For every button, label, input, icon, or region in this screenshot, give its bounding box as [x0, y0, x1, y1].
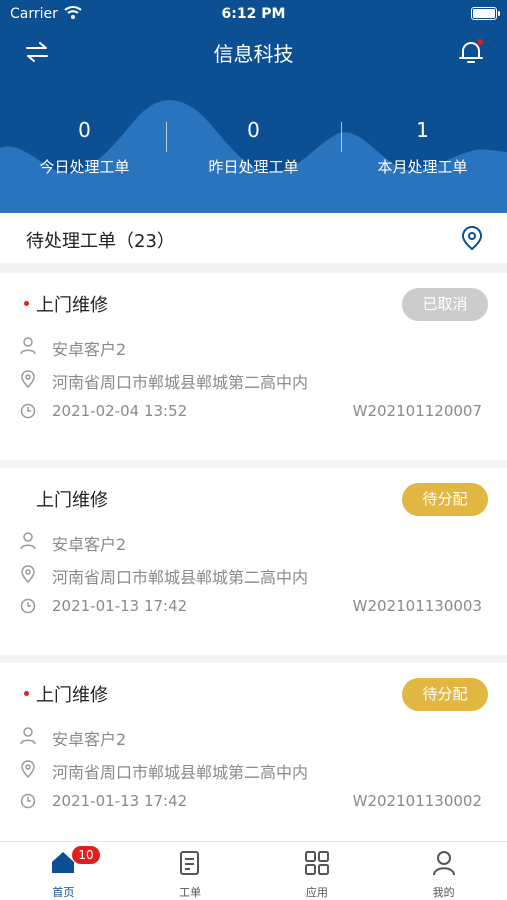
work-order-card[interactable]: 上门维修 待分配 安卓客户2 河南省周口市郸城县郸城第二高中内 2021-01-…	[0, 468, 507, 655]
work-order-card[interactable]: 上门维修 已取消 安卓客户2 河南省周口市郸城县郸城第二高中内 2021-02-…	[0, 273, 507, 460]
stat-value: 1	[416, 118, 429, 142]
person-icon	[20, 727, 36, 745]
clock-icon	[20, 598, 36, 614]
tab-label: 应用	[305, 886, 328, 899]
address: 河南省周口市郸城县郸城第二高中内	[52, 373, 309, 392]
stat-value: 0	[247, 118, 260, 142]
customer-name: 安卓客户2	[52, 340, 127, 359]
order-title: 上门维修	[36, 490, 108, 511]
stats-row: 0 今日处理工单 0 昨日处理工单 1 本月处理工单	[0, 118, 507, 182]
apps-grid-icon	[304, 851, 329, 875]
notification-bell-icon[interactable]	[457, 38, 485, 66]
tab-label: 首页	[52, 886, 75, 899]
stat-label: 昨日处理工单	[208, 158, 299, 176]
status-bar: Carrier 6:12 PM	[0, 4, 507, 26]
location-pin-icon[interactable]	[461, 225, 483, 251]
work-order-card[interactable]: 上门维修 待分配 安卓客户2 河南省周口市郸城县郸城第二高中内 2021-01-…	[0, 663, 507, 841]
header: Carrier 6:12 PM 信息科技 0 今日处理工单 0 昨日处理工单 1…	[0, 0, 507, 213]
created-time: 2021-01-13 17:42	[52, 597, 188, 615]
clock-icon	[20, 403, 36, 419]
location-icon	[21, 565, 35, 583]
stat-value: 0	[78, 118, 91, 142]
stat-divider	[341, 122, 342, 152]
work-order-icon	[180, 851, 200, 875]
customer-name: 安卓客户2	[52, 730, 127, 749]
page-title: 信息科技	[213, 42, 294, 66]
stat-label: 本月处理工单	[377, 158, 468, 176]
tab-profile[interactable]: 我的	[380, 842, 507, 900]
clock-icon	[20, 793, 36, 809]
nav-bar: 信息科技	[0, 30, 507, 74]
order-title: 上门维修	[36, 295, 108, 316]
status-badge: 待分配	[402, 483, 488, 516]
notification-count-badge: 10	[72, 846, 100, 864]
status-badge: 已取消	[402, 288, 488, 321]
order-number: W202101130003	[352, 597, 482, 615]
customer-name: 安卓客户2	[52, 535, 127, 554]
order-number: W202101130002	[352, 792, 482, 810]
address: 河南省周口市郸城县郸城第二高中内	[52, 568, 309, 587]
location-icon	[21, 760, 35, 778]
pending-orders-header: 待处理工单（23）	[0, 213, 507, 263]
tab-home[interactable]: 10 首页	[0, 842, 127, 900]
profile-icon	[432, 851, 455, 876]
battery-icon	[471, 7, 500, 20]
section-title: 待处理工单（23）	[26, 231, 175, 252]
tab-label: 我的	[432, 886, 455, 899]
unread-dot	[24, 691, 29, 696]
order-number: W202101120007	[352, 402, 482, 420]
created-time: 2021-02-04 13:52	[52, 402, 188, 420]
tab-work-orders[interactable]: 工单	[127, 842, 254, 900]
tab-label: 工单	[179, 886, 202, 899]
stat-today[interactable]: 0 今日处理工单	[0, 118, 169, 182]
stat-label: 今日处理工单	[39, 158, 130, 176]
created-time: 2021-01-13 17:42	[52, 792, 188, 810]
stat-divider	[166, 122, 167, 152]
location-icon	[21, 370, 35, 388]
unread-dot	[24, 301, 29, 306]
stat-month[interactable]: 1 本月处理工单	[338, 118, 507, 182]
tab-bar: 10 首页 工单 应用 我的	[0, 841, 507, 900]
person-icon	[20, 532, 36, 550]
tab-apps[interactable]: 应用	[254, 842, 381, 900]
status-badge: 待分配	[402, 678, 488, 711]
stat-yesterday[interactable]: 0 昨日处理工单	[169, 118, 338, 182]
clock: 6:12 PM	[221, 6, 286, 22]
address: 河南省周口市郸城县郸城第二高中内	[52, 763, 309, 782]
order-title: 上门维修	[36, 685, 108, 706]
person-icon	[20, 337, 36, 355]
